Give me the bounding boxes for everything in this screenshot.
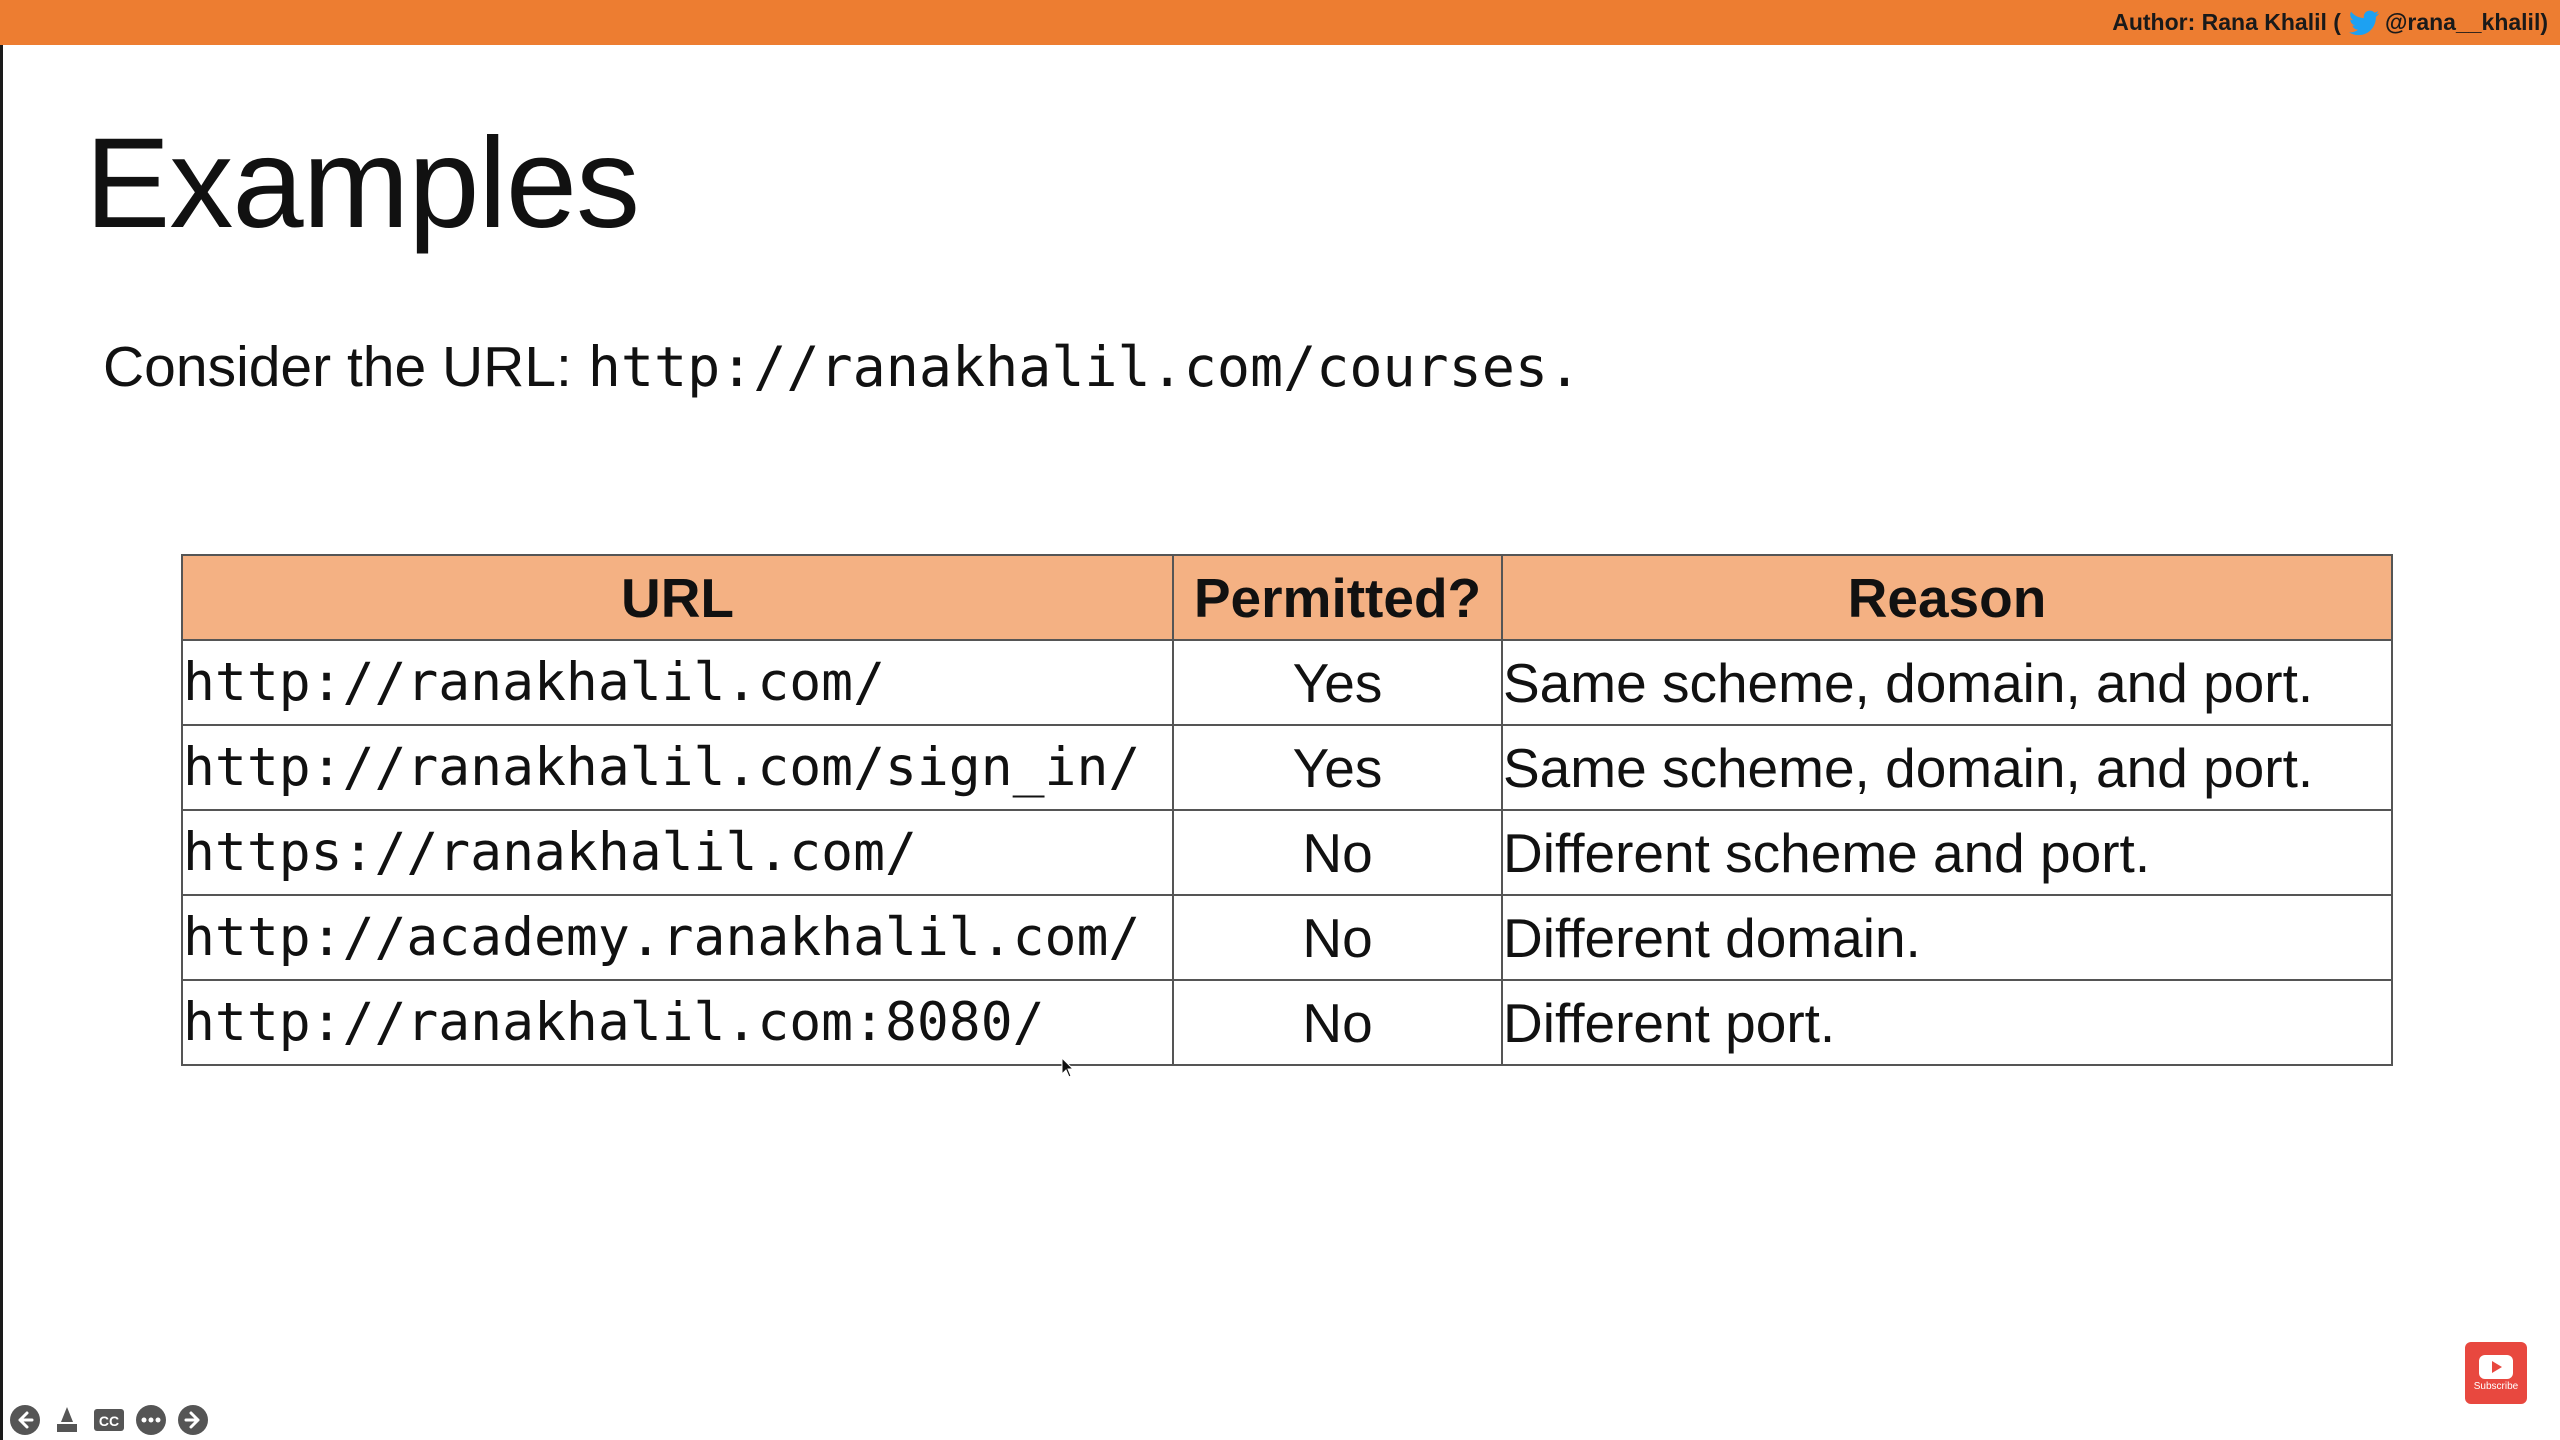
more-icon[interactable] [134, 1403, 168, 1437]
reason-cell: Different scheme and port. [1501, 809, 2393, 896]
reason-cell: Different domain. [1501, 894, 2393, 981]
pointer-icon[interactable] [50, 1403, 84, 1437]
table-row: http://ranakhalil.com:8080/ No Different… [181, 979, 2393, 1066]
same-origin-table: URL Permitted? Reason http://ranakhalil.… [181, 554, 2393, 1066]
url-cell: http://ranakhalil.com/sign_in/ [181, 724, 1174, 811]
table-header-row: URL Permitted? Reason [181, 554, 2393, 641]
table-row: http://ranakhalil.com/sign_in/ Yes Same … [181, 724, 2393, 811]
consider-text: Consider the URL: [103, 335, 588, 399]
table-row: http://ranakhalil.com/ Yes Same scheme, … [181, 639, 2393, 726]
mouse-cursor-icon [1061, 1056, 1075, 1079]
left-edge-border [0, 0, 3, 1440]
permitted-cell: No [1172, 894, 1503, 981]
url-cell: https://ranakhalil.com/ [181, 809, 1174, 896]
table-row: http://academy.ranakhalil.com/ No Differ… [181, 894, 2393, 981]
author-prefix: Author: Rana Khalil ( [2112, 9, 2341, 35]
cc-icon[interactable]: CC [92, 1403, 126, 1437]
column-header-reason: Reason [1501, 554, 2393, 641]
reason-cell: Different port. [1501, 979, 2393, 1066]
slide-title: Examples [85, 112, 640, 255]
reason-cell: Same scheme, domain, and port. [1501, 724, 2393, 811]
next-icon[interactable] [176, 1403, 210, 1437]
url-cell: http://academy.ranakhalil.com/ [181, 894, 1174, 981]
twitter-bird-icon [2348, 10, 2379, 36]
permitted-cell: No [1172, 809, 1503, 896]
youtube-play-icon [2479, 1354, 2513, 1379]
column-header-url: URL [181, 554, 1174, 641]
permitted-cell: Yes [1172, 724, 1503, 811]
subscribe-button[interactable]: Subscribe [2465, 1342, 2527, 1404]
author-handle: @rana__khalil) [2384, 9, 2548, 35]
slide-controls: CC [8, 1403, 210, 1437]
previous-icon[interactable] [8, 1403, 42, 1437]
permitted-cell: Yes [1172, 639, 1503, 726]
consider-url: http://ranakhalil.com/courses. [587, 335, 1582, 399]
table-row: https://ranakhalil.com/ No Different sch… [181, 809, 2393, 896]
cc-label: CC [99, 1413, 119, 1429]
permitted-cell: No [1172, 979, 1503, 1066]
presentation-slide: Author: Rana Khalil ( @rana__khalil) Exa… [0, 0, 2560, 1440]
column-header-permitted: Permitted? [1172, 554, 1503, 641]
url-cell: http://ranakhalil.com/ [181, 639, 1174, 726]
url-cell: http://ranakhalil.com:8080/ [181, 979, 1174, 1066]
consider-line: Consider the URL: http://ranakhalil.com/… [103, 333, 1581, 401]
header-bar: Author: Rana Khalil ( @rana__khalil) [0, 0, 2560, 45]
author-credit: Author: Rana Khalil ( @rana__khalil) [2112, 6, 2548, 39]
reason-cell: Same scheme, domain, and port. [1501, 639, 2393, 726]
subscribe-label: Subscribe [2473, 1380, 2519, 1392]
